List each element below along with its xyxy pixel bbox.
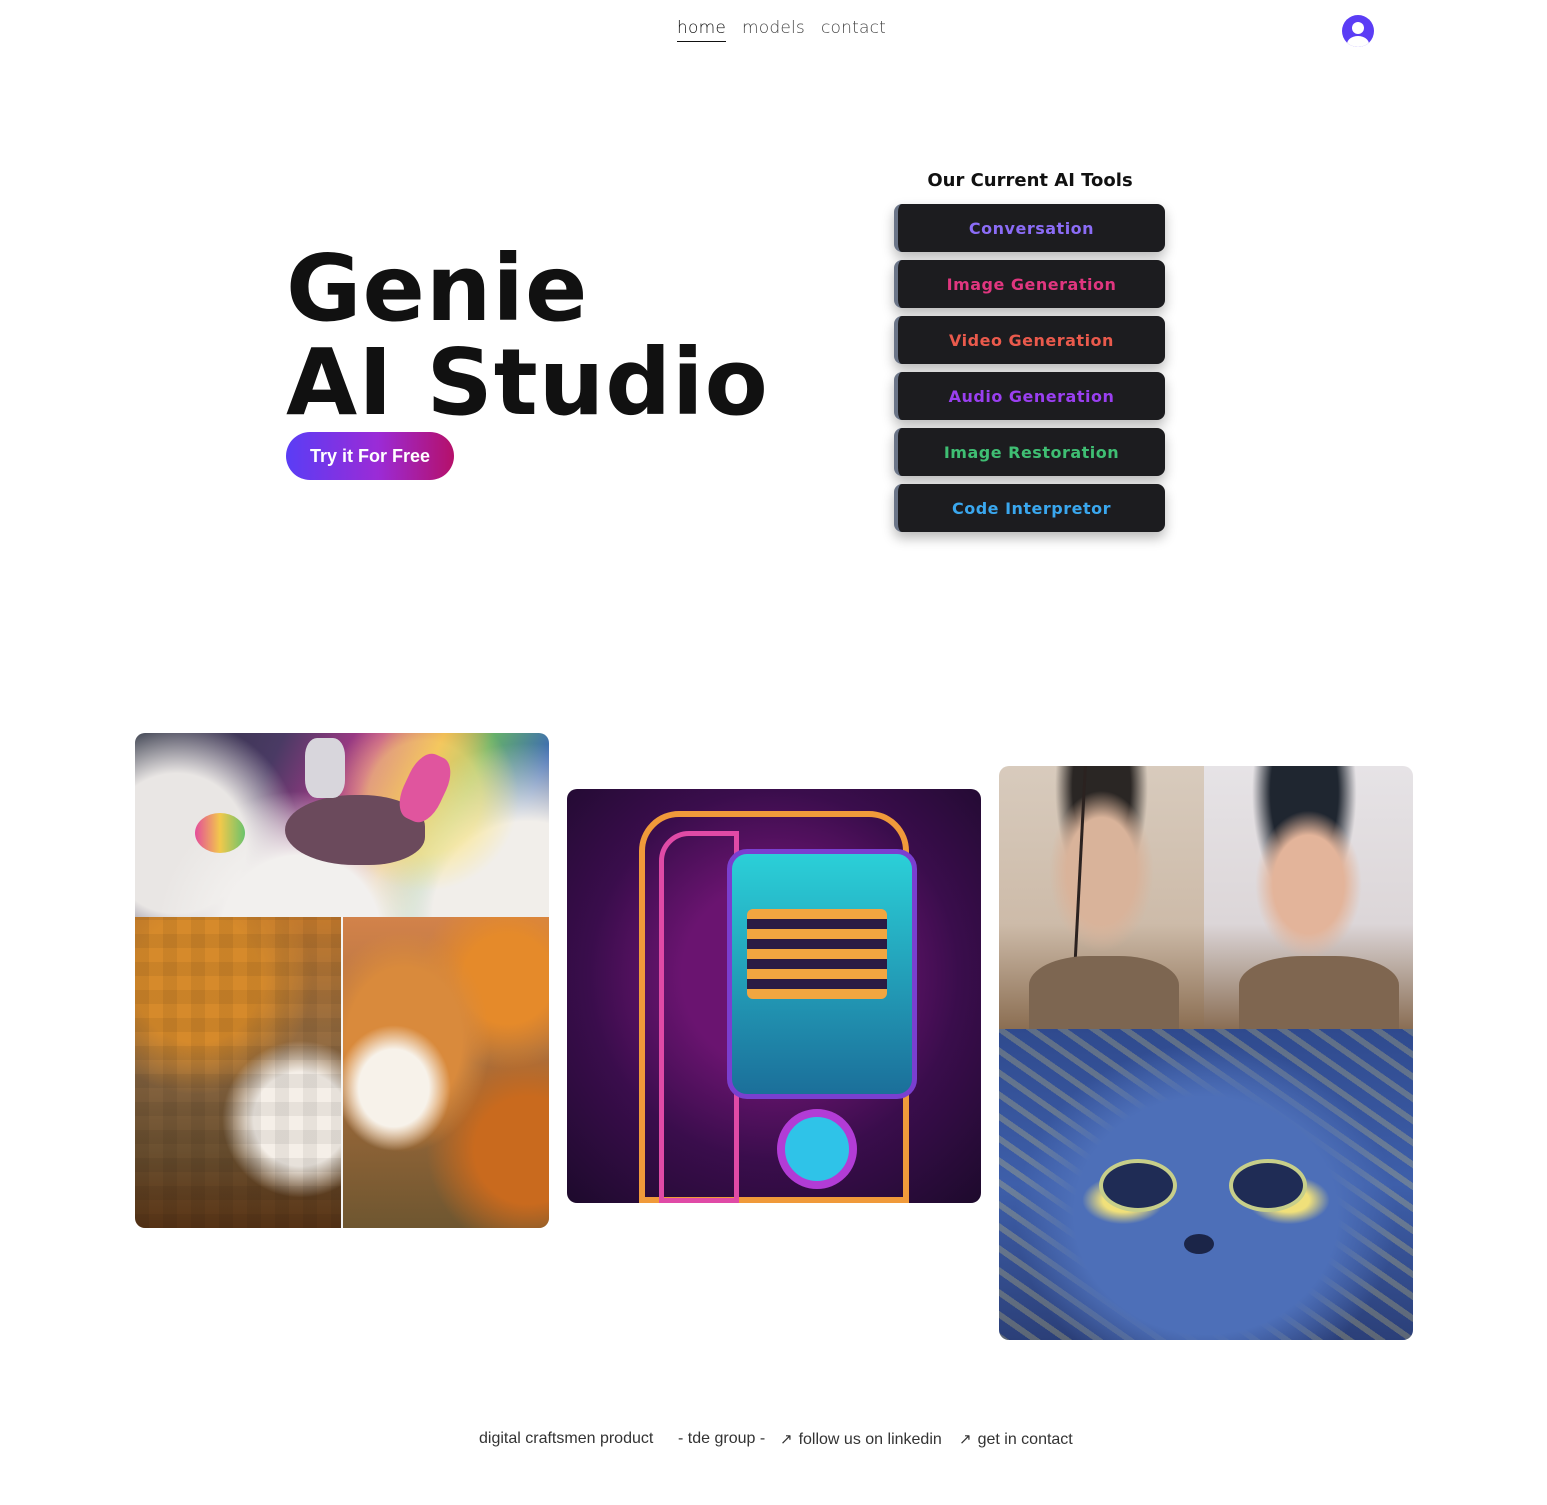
nav-link-home[interactable]: home (677, 18, 726, 42)
footer-group: - tde group - (678, 1430, 766, 1447)
arcade-screen (747, 909, 887, 999)
portrait-suit-right (1239, 956, 1399, 1029)
unicorn-tail-shape (195, 813, 245, 853)
astronaut-shape (305, 738, 345, 798)
comparison-divider (341, 917, 343, 1228)
neon-arcade-machine-image (567, 789, 981, 1203)
tool-video-generation-button[interactable]: Video Generation (894, 316, 1165, 364)
footer-contact-link[interactable]: ↗ get in contact (959, 1430, 1073, 1449)
cat-left-eye (1099, 1159, 1177, 1212)
tool-image-restoration-button[interactable]: Image Restoration (894, 428, 1165, 476)
tools-list: Conversation Image Generation Video Gene… (894, 204, 1165, 540)
footer-linkedin-label: follow us on linkedin (798, 1431, 942, 1448)
footer: digital craftsmen product - tde group - … (0, 1430, 1547, 1454)
external-arrow-icon: ↗ (959, 1431, 972, 1448)
pixelated-shiba-image (135, 917, 342, 1228)
damaged-portrait-image (999, 766, 1204, 1029)
cat-nose (1184, 1234, 1214, 1254)
top-nav: home models contact (0, 0, 1547, 64)
gallery-column-right (999, 766, 1413, 1340)
restored-portrait-image (1204, 766, 1413, 1029)
footer-linkedin-link[interactable]: ↗ follow us on linkedin (780, 1430, 942, 1449)
footer-brand: digital craftsmen product (479, 1430, 654, 1447)
tool-image-generation-button[interactable]: Image Generation (894, 260, 1165, 308)
arcade-coin-slot (777, 1109, 857, 1189)
portrait-suit-left (1029, 956, 1179, 1029)
tool-code-interpretor-button[interactable]: Code Interpretor (894, 484, 1165, 532)
external-arrow-icon: ↗ (780, 1431, 793, 1448)
tools-heading: Our Current AI Tools (927, 170, 1133, 191)
user-avatar-icon[interactable] (1342, 15, 1374, 47)
hero-title-line1: Genie (286, 235, 589, 342)
cat-right-eye (1229, 1159, 1307, 1212)
astronaut-on-unicorn-image (135, 733, 549, 917)
gallery-column-left (135, 733, 549, 1228)
nav-link-contact[interactable]: contact (821, 18, 886, 42)
avatar-head (1352, 22, 1364, 34)
hero-title: Genie AI Studio (286, 242, 769, 430)
starry-night-cat-image (999, 1029, 1413, 1340)
sharp-shiba-image (342, 917, 549, 1228)
tool-conversation-button[interactable]: Conversation (894, 204, 1165, 252)
hero-title-line2: AI Studio (286, 329, 769, 436)
tool-audio-generation-button[interactable]: Audio Generation (894, 372, 1165, 420)
avatar-shoulders (1347, 36, 1369, 47)
nav-links: home models contact (677, 18, 886, 42)
footer-contact-label: get in contact (977, 1431, 1073, 1448)
try-for-free-button[interactable]: Try it For Free (286, 432, 454, 480)
nav-link-models[interactable]: models (742, 18, 805, 42)
